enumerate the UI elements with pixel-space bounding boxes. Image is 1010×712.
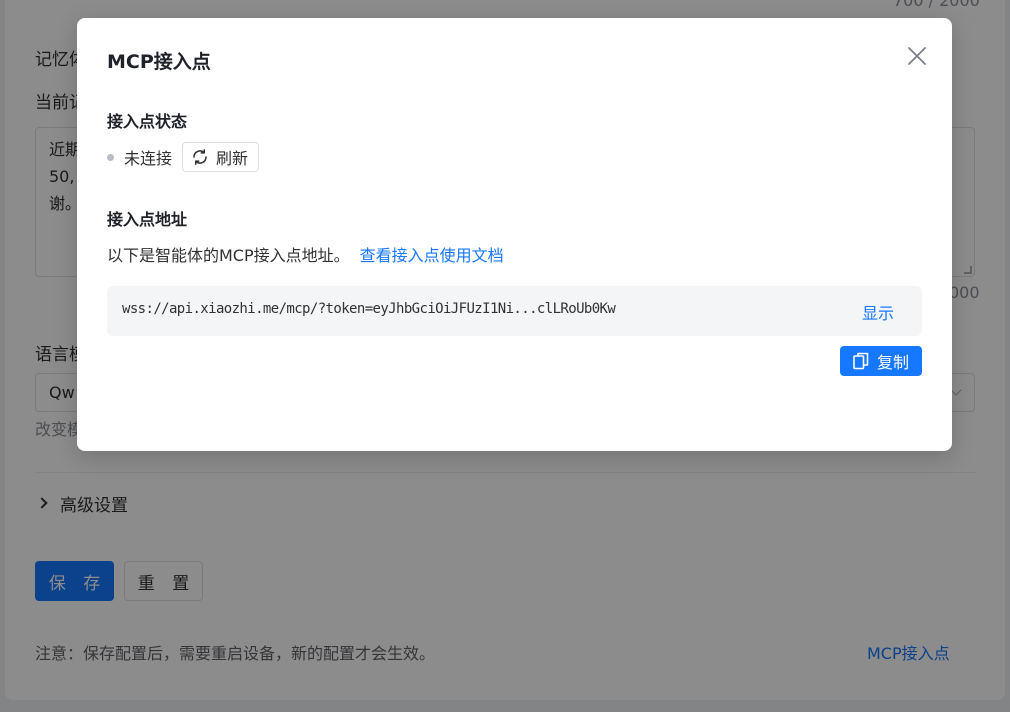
show-token-link[interactable]: 显示	[862, 300, 894, 324]
endpoint-address: wss://api.xiaozhi.me/mcp/?token=eyJhbGci…	[122, 301, 616, 317]
refresh-button[interactable]: 刷新	[182, 142, 260, 172]
copy-button[interactable]: 复制	[840, 346, 922, 376]
copy-label: 复制	[876, 353, 909, 372]
copy-icon	[853, 352, 869, 370]
refresh-label: 刷新	[216, 149, 249, 168]
mcp-endpoint-dialog: MCP接入点 接入点状态 未连接 刷新 接入点地址 以下是智能体的MCP接入点地…	[77, 18, 952, 451]
dialog-title: MCP接入点	[107, 51, 211, 73]
address-section-title: 接入点地址	[107, 210, 188, 229]
address-box: wss://api.xiaozhi.me/mcp/?token=eyJhbGci…	[107, 286, 922, 336]
status-dot	[107, 153, 114, 161]
status-section-title: 接入点状态	[107, 112, 188, 131]
doc-link[interactable]: 查看接入点使用文档	[360, 246, 504, 265]
close-icon[interactable]	[905, 44, 929, 68]
description-text: 以下是智能体的MCP接入点地址。	[107, 246, 350, 265]
status-row: 未连接 刷新	[107, 142, 260, 172]
address-description: 以下是智能体的MCP接入点地址。 查看接入点使用文档	[107, 242, 504, 266]
status-text: 未连接	[124, 149, 173, 168]
refresh-icon	[193, 149, 207, 165]
